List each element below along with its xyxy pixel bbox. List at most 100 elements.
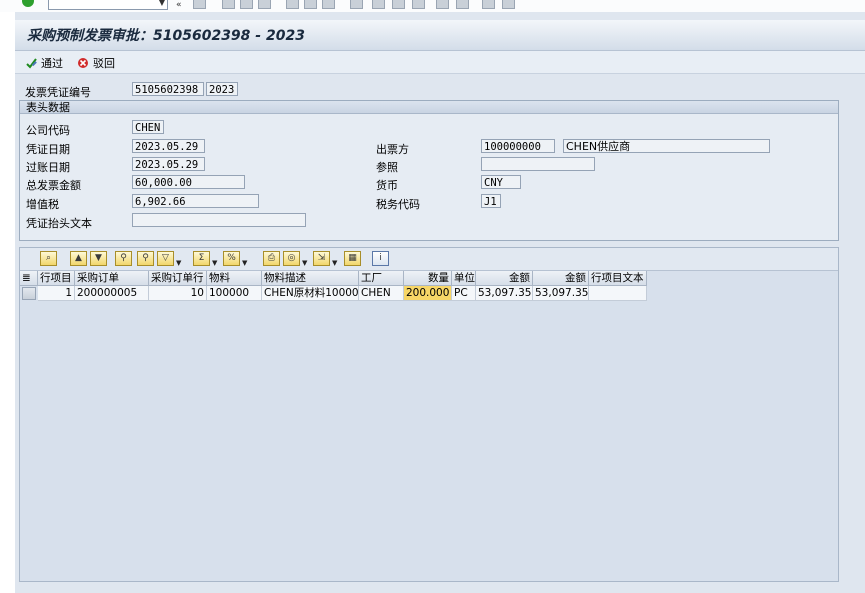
column-header[interactable]: 单位 — [452, 271, 476, 286]
print-icon[interactable] — [286, 0, 299, 9]
gross-amount-label: 总发票金额 — [26, 179, 81, 192]
grid-cell[interactable]: 53,097.35 — [476, 286, 533, 301]
column-header[interactable]: 工厂 — [359, 271, 404, 286]
find-icon[interactable] — [304, 0, 317, 9]
company-code-label: 公司代码 — [26, 124, 70, 137]
column-header[interactable]: 采购订单 — [75, 271, 149, 286]
command-field[interactable]: ▼ — [48, 0, 168, 10]
reference-field[interactable] — [481, 157, 595, 171]
export-dropdown-icon[interactable]: ▼ — [332, 259, 337, 267]
tax-code-label: 税务代码 — [376, 198, 420, 211]
posting-date-label: 过账日期 — [26, 161, 70, 174]
total-dropdown-icon[interactable]: ▼ — [212, 259, 217, 267]
grid-cell[interactable]: 1 — [38, 286, 75, 301]
system-toolbar: ▼ « — [0, 0, 865, 12]
grid-cell[interactable]: 100000 — [207, 286, 262, 301]
invoicing-party-field[interactable]: 100000000 — [481, 139, 555, 153]
cancel-icon[interactable] — [258, 0, 271, 9]
create-session-icon[interactable] — [436, 0, 449, 9]
column-header[interactable]: 物料描述 — [262, 271, 359, 286]
tax-code-field[interactable]: J1 — [481, 194, 501, 208]
column-header[interactable]: 物料 — [207, 271, 262, 286]
approve-label: 通过 — [41, 57, 63, 70]
filter-icon[interactable]: ▽ — [157, 251, 174, 266]
doc-number-label: 发票凭证编号 — [25, 86, 91, 99]
column-header[interactable]: 数量 — [404, 271, 452, 286]
company-code-field[interactable]: CHEN — [132, 120, 164, 134]
details-icon[interactable]: ⌕ — [40, 251, 57, 266]
help-icon[interactable] — [482, 0, 495, 9]
previous-page-icon[interactable] — [372, 0, 385, 9]
back-icon[interactable] — [222, 0, 235, 9]
find-next-icon[interactable] — [322, 0, 335, 9]
reject-button[interactable]: 驳回 — [77, 55, 115, 71]
total-icon[interactable]: Σ — [193, 251, 210, 266]
first-page-icon[interactable] — [350, 0, 363, 9]
row-selector[interactable] — [22, 287, 36, 300]
select-all-column[interactable]: ≣ — [20, 271, 38, 286]
grid-toolbar: ⌕ ▲ ▼ ⚲ ⚲ ▽ ▼ Σ ▼ % ▼ ⎙ ◎ ▼ ⇲ ▼ ▦ i — [20, 248, 838, 271]
main-window: 采购预制发票审批：5105602398 - 2023 通过 驳回 发票凭证编号 … — [15, 12, 865, 593]
find-next-icon[interactable]: ⚲ — [137, 251, 154, 266]
sort-ascending-icon[interactable]: ▲ — [70, 251, 87, 266]
column-header[interactable]: 行项目 — [38, 271, 75, 286]
grid-cell[interactable]: CHEN — [359, 286, 404, 301]
header-data-title: 表头数据 — [20, 101, 838, 114]
application-toolbar: 通过 驳回 — [15, 51, 865, 74]
grid-cell[interactable]: PC — [452, 286, 476, 301]
doc-date-field[interactable]: 2023.05.29 — [132, 139, 205, 153]
doc-number-field[interactable]: 5105602398 — [132, 82, 204, 96]
check-pencil-icon — [26, 57, 37, 69]
reference-label: 参照 — [376, 161, 398, 174]
grid-cell[interactable]: 200000005 — [75, 286, 149, 301]
subtotal-icon[interactable]: % — [223, 251, 240, 266]
grid-cell[interactable]: 200.000 — [404, 286, 452, 301]
invoicing-party-name: CHEN供应商 — [563, 139, 770, 153]
tax-amount-field[interactable]: 6,902.66 — [132, 194, 259, 208]
posting-date-field[interactable]: 2023.05.29 — [132, 157, 205, 171]
reject-label: 驳回 — [93, 57, 115, 70]
exit-icon[interactable] — [240, 0, 253, 9]
header-data-group: 表头数据 公司代码 CHEN 凭证日期 2023.05.29 过账日期 2023… — [19, 100, 839, 241]
sort-descending-icon[interactable]: ▼ — [90, 251, 107, 266]
column-header[interactable]: 金额 — [533, 271, 589, 286]
grid-cell[interactable]: 53,097.35 — [533, 286, 589, 301]
filter-dropdown-icon[interactable]: ▼ — [176, 259, 181, 267]
last-page-icon[interactable] — [412, 0, 425, 9]
layout-menu-icon[interactable] — [502, 0, 515, 9]
header-text-field[interactable] — [132, 213, 306, 227]
column-header[interactable]: 采购订单行 — [149, 271, 207, 286]
save-icon[interactable] — [193, 0, 206, 9]
currency-label: 货币 — [376, 179, 398, 192]
chevron-down-icon[interactable]: ▼ — [159, 0, 165, 7]
page-title: 采购预制发票审批：5105602398 - 2023 — [27, 28, 305, 44]
enter-icon[interactable] — [22, 0, 34, 7]
fiscal-year-field[interactable]: 2023 — [206, 82, 238, 96]
subtotal-dropdown-icon[interactable]: ▼ — [242, 259, 247, 267]
gross-amount-field[interactable]: 60,000.00 — [132, 175, 245, 189]
items-grid: ⌕ ▲ ▼ ⚲ ⚲ ▽ ▼ Σ ▼ % ▼ ⎙ ◎ ▼ ⇲ ▼ ▦ i ≣ 行项… — [19, 247, 839, 582]
doc-date-label: 凭证日期 — [26, 143, 70, 156]
next-page-icon[interactable] — [392, 0, 405, 9]
collapse-icon[interactable]: « — [176, 0, 182, 10]
grid-cell[interactable]: 10 — [149, 286, 207, 301]
title-bar: 采购预制发票审批：5105602398 - 2023 — [15, 20, 865, 51]
info-icon[interactable]: i — [372, 251, 389, 266]
reject-pencil-icon — [78, 57, 88, 68]
find-icon[interactable]: ⚲ — [115, 251, 132, 266]
invoicing-party-label: 出票方 — [376, 143, 409, 156]
shortcut-icon[interactable] — [456, 0, 469, 9]
approve-button[interactable]: 通过 — [25, 55, 63, 71]
views-dropdown-icon[interactable]: ▼ — [302, 259, 307, 267]
layout-icon[interactable]: ▦ — [344, 251, 361, 266]
export-icon[interactable]: ⇲ — [313, 251, 330, 266]
column-header[interactable]: 金额 — [476, 271, 533, 286]
print-icon[interactable]: ⎙ — [263, 251, 280, 266]
views-icon[interactable]: ◎ — [283, 251, 300, 266]
header-text-label: 凭证抬头文本 — [26, 217, 92, 230]
grid-cell[interactable]: CHEN原材料100000 — [262, 286, 359, 301]
tax-amount-label: 增值税 — [26, 198, 59, 211]
column-header[interactable]: 行项目文本 — [589, 271, 647, 286]
currency-field[interactable]: CNY — [481, 175, 521, 189]
grid-cell[interactable] — [589, 286, 647, 301]
